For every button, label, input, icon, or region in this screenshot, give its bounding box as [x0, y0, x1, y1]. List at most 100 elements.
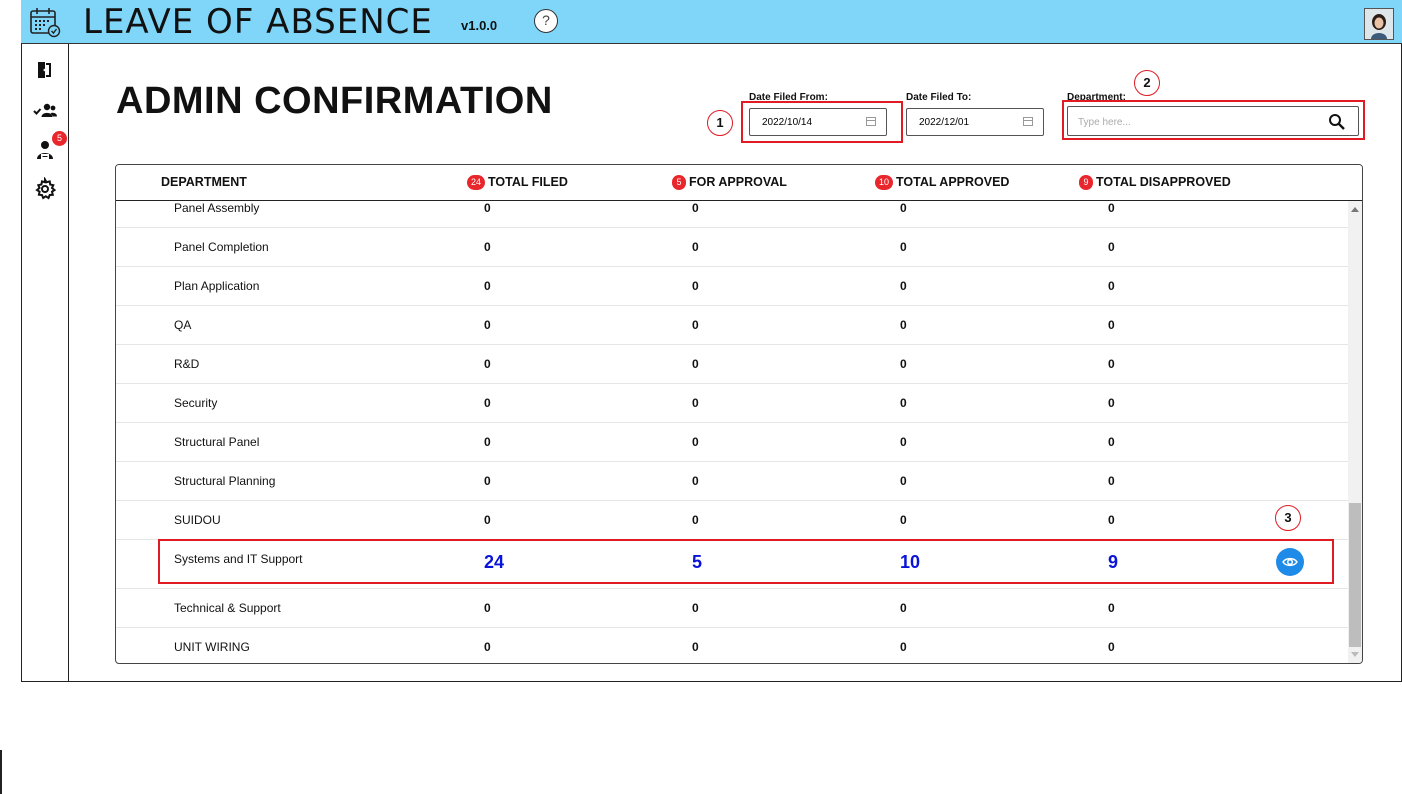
disapproved-cell: 0 — [1108, 513, 1115, 527]
department-summary-table: DEPARTMENT 24 TOTAL FILED 5 FOR APPROVAL 1… — [115, 164, 1363, 664]
filed-cell: 0 — [484, 640, 491, 654]
calendar-icon[interactable] — [1023, 117, 1033, 126]
table-row[interactable]: SUIDOU 0 0 0 0 — [116, 501, 1348, 540]
filed-cell: 0 — [484, 279, 491, 293]
for-approval-cell: 0 — [692, 474, 699, 488]
page-title: ADMIN CONFIRMATION — [116, 80, 553, 122]
table-row[interactable]: Technical & Support 0 0 0 0 — [116, 589, 1348, 628]
avatar[interactable] — [1364, 8, 1394, 40]
department-cell: Panel Assembly — [174, 201, 260, 215]
app-header: LEAVE OF ABSENCE v1.0.0 ? — [21, 0, 1402, 44]
filed-cell: 0 — [484, 601, 491, 615]
department-cell: UNIT WIRING — [174, 640, 250, 654]
table-row[interactable]: Plan Application 0 0 0 0 — [116, 267, 1348, 306]
date-to-label: Date Filed To: — [906, 92, 972, 103]
annotation-box-3 — [158, 539, 1334, 584]
help-button[interactable]: ? — [534, 9, 558, 33]
department-cell: QA — [174, 318, 192, 332]
for-approval-cell: 0 — [692, 201, 699, 215]
approved-cell: 0 — [900, 435, 907, 449]
table-row[interactable]: QA 0 0 0 0 — [116, 306, 1348, 345]
user-photo-icon — [1365, 9, 1393, 39]
scrollbar-thumb[interactable] — [1349, 503, 1361, 647]
approved-cell: 0 — [900, 513, 907, 527]
table-row[interactable]: Panel Assembly 0 0 0 0 — [116, 195, 1348, 228]
disapproved-cell: 0 — [1108, 357, 1115, 371]
department-cell: Structural Panel — [174, 435, 260, 449]
sidebar: 5 — [21, 44, 69, 682]
column-header-label: FOR APPROVAL — [689, 175, 787, 189]
for-approval-cell: 0 — [692, 601, 699, 615]
count-badge: 10 — [875, 175, 894, 190]
date-to-value: 2022/12/01 — [919, 117, 970, 128]
count-badge: 5 — [672, 175, 686, 190]
column-header-total-disapproved: 9 TOTAL DISAPPROVED — [1079, 175, 1231, 190]
users-check-icon[interactable] — [33, 98, 57, 122]
filed-cell: 0 — [484, 435, 491, 449]
filed-cell: 0 — [484, 474, 491, 488]
column-header-total-approved: 10 TOTAL APPROVED — [875, 175, 1009, 190]
scroll-down-arrow-icon[interactable] — [1351, 652, 1359, 657]
disapproved-cell: 0 — [1108, 240, 1115, 254]
for-approval-cell: 0 — [692, 240, 699, 254]
for-approval-cell: 0 — [692, 435, 699, 449]
count-badge: 9 — [1079, 175, 1093, 190]
exit-icon[interactable] — [33, 58, 57, 82]
department-cell: Plan Application — [174, 279, 260, 293]
table-row[interactable]: Structural Panel 0 0 0 0 — [116, 423, 1348, 462]
filed-cell: 0 — [484, 513, 491, 527]
filed-cell: 0 — [484, 357, 491, 371]
approved-cell: 0 — [900, 601, 907, 615]
table-row[interactable]: Structural Planning 0 0 0 0 — [116, 462, 1348, 501]
approved-cell: 0 — [900, 279, 907, 293]
filed-cell: 0 — [484, 240, 491, 254]
disapproved-cell: 0 — [1108, 474, 1115, 488]
department-cell: Panel Completion — [174, 240, 269, 254]
app-version: v1.0.0 — [461, 18, 498, 33]
disapproved-cell: 0 — [1108, 640, 1115, 654]
calendar-check-icon — [30, 8, 61, 38]
table-row[interactable]: Security 0 0 0 0 — [116, 384, 1348, 423]
scroll-up-arrow-icon[interactable] — [1351, 207, 1359, 212]
approved-cell: 0 — [900, 396, 907, 410]
column-header-label: TOTAL FILED — [488, 175, 568, 189]
disapproved-cell: 0 — [1108, 601, 1115, 615]
approved-cell: 0 — [900, 357, 907, 371]
for-approval-cell: 0 — [692, 318, 699, 332]
filed-cell: 0 — [484, 396, 491, 410]
table-scrollbar[interactable] — [1348, 201, 1362, 663]
annotation-box-2 — [1062, 100, 1365, 140]
annotation-box-1 — [741, 101, 903, 143]
date-to-field[interactable]: 2022/12/01 — [906, 108, 1044, 136]
approved-cell: 0 — [900, 240, 907, 254]
divider — [0, 750, 2, 794]
approved-cell: 0 — [900, 474, 907, 488]
table-row[interactable]: R&D 0 0 0 0 — [116, 345, 1348, 384]
disapproved-cell: 0 — [1108, 318, 1115, 332]
column-header-label: TOTAL DISAPPROVED — [1096, 175, 1231, 189]
department-cell: Technical & Support — [174, 601, 281, 615]
approved-cell: 0 — [900, 201, 907, 215]
department-cell: Security — [174, 396, 218, 410]
department-cell: SUIDOU — [174, 513, 221, 527]
column-header-for-approval: 5 FOR APPROVAL — [672, 175, 787, 190]
department-cell: R&D — [174, 357, 200, 371]
for-approval-cell: 0 — [692, 396, 699, 410]
filed-cell: 0 — [484, 318, 491, 332]
annotation-marker-2: 2 — [1134, 70, 1160, 96]
count-badge: 24 — [467, 175, 486, 190]
for-approval-cell: 0 — [692, 513, 699, 527]
column-header-label: TOTAL APPROVED — [896, 175, 1010, 189]
annotation-marker-3: 3 — [1275, 505, 1301, 531]
column-header-total-filed: 24 TOTAL FILED — [467, 175, 568, 190]
app-title: LEAVE OF ABSENCE — [83, 2, 433, 42]
table-row[interactable]: UNIT WIRING 0 0 0 0 — [116, 628, 1348, 663]
gear-icon[interactable] — [33, 177, 57, 201]
for-approval-cell: 0 — [692, 357, 699, 371]
disapproved-cell: 0 — [1108, 279, 1115, 293]
approved-cell: 0 — [900, 318, 907, 332]
notification-badge: 5 — [52, 131, 67, 146]
table-row[interactable]: Panel Completion 0 0 0 0 — [116, 228, 1348, 267]
department-cell: Structural Planning — [174, 474, 276, 488]
filed-cell: 0 — [484, 201, 491, 215]
